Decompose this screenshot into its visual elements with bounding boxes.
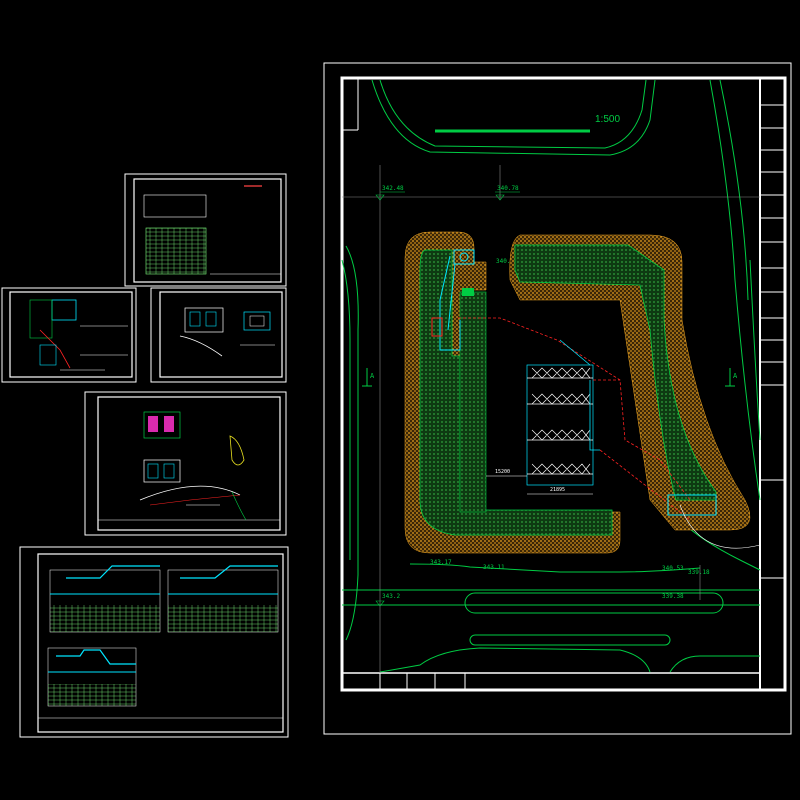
sheet-thumb-plan-a [1,287,137,383]
elevation-label: 343.11 [483,564,505,571]
sheet-thumb-detail [84,391,287,536]
cyan-connector [559,339,600,451]
elevation-label: 342.48 [382,185,404,192]
sheet-thumb-profiles [19,546,289,738]
elevation-label: 339.38 [662,593,684,600]
cad-drawing-canvas: 1:500 342.48 340.78 340.18 343.2 339.38 … [1,62,792,738]
road-curbs [341,79,761,673]
elevation-label: 343.2 [382,593,400,600]
sheet-thumb-plan-b [150,287,287,383]
road-centerline [409,563,701,573]
elevation-label: 340.53 [662,565,684,572]
title-block-bottom [342,672,760,690]
road-island-1 [464,592,724,614]
storage-units [526,364,594,486]
dimension-lines: 15200 21895 [486,469,593,495]
dimension-label: 15200 [495,469,510,475]
green-marker [462,288,474,296]
section-mark-right: A [725,368,738,387]
section-mark-left: A [362,368,375,387]
site-plan-sheet: 1:500 342.48 340.78 340.18 343.2 339.38 … [323,62,792,735]
elevation-label: 339.18 [688,569,710,576]
road-island-2 [469,634,671,646]
svg-text:A: A [370,372,375,380]
sheet-thumb-tables [124,173,287,287]
scale-label: 1:500 [595,114,620,125]
elevation-label: 340.78 [497,185,519,192]
green-core [459,291,487,513]
dimension-label: 21895 [550,487,565,493]
elevation-label: 343.17 [430,559,452,566]
title-block-right [759,78,785,690]
svg-text:A: A [733,372,738,380]
